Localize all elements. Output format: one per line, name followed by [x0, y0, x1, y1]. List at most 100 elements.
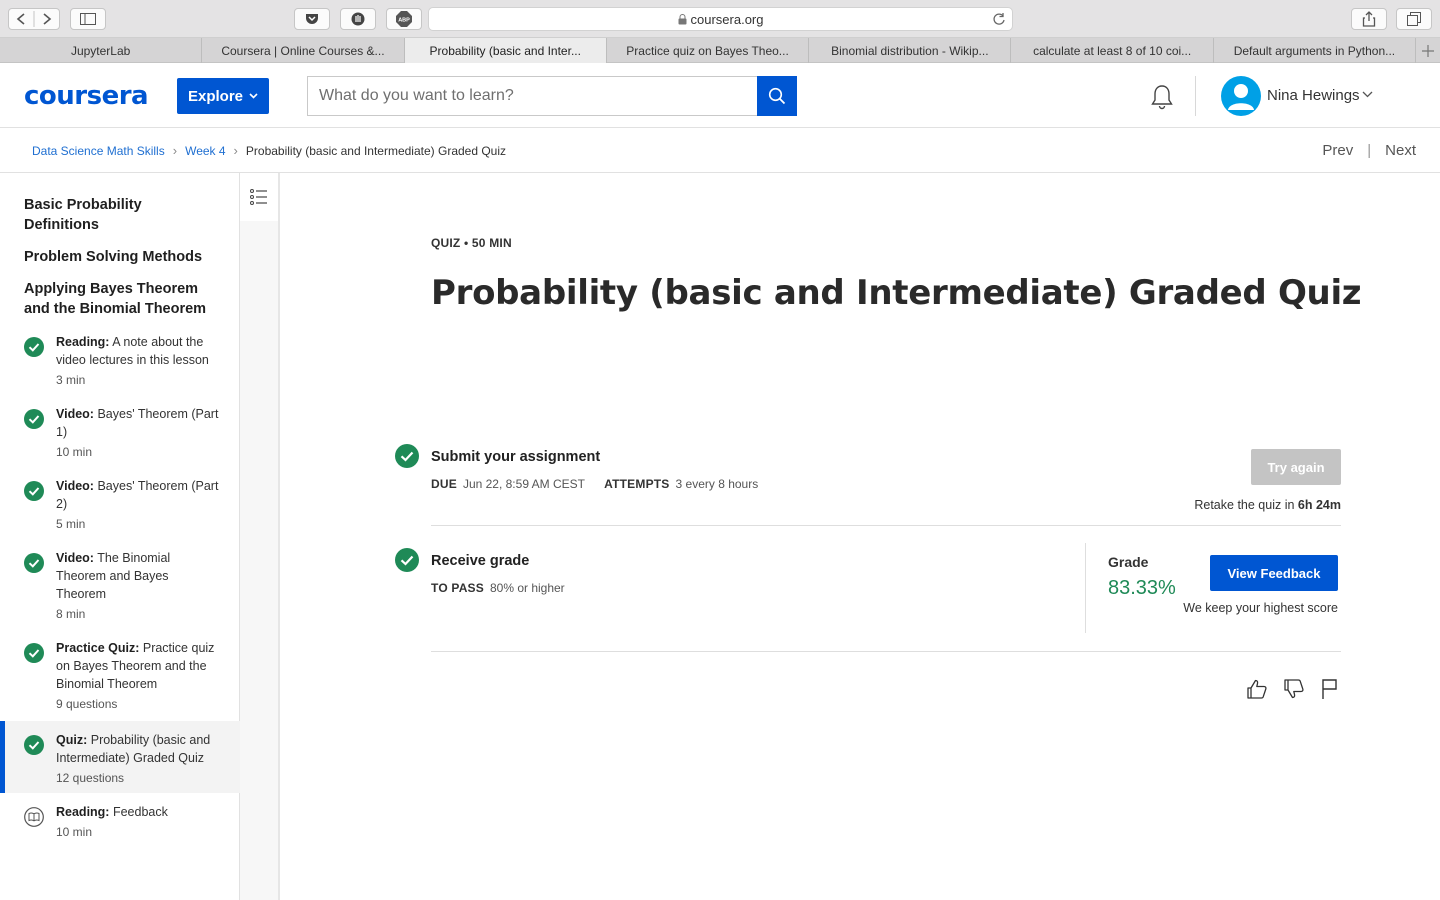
sidebar-item-graded-quiz[interactable]: Quiz: Probability (basic and Intermediat…	[0, 721, 240, 793]
retake-time: 6h 24m	[1297, 498, 1341, 512]
item-meta: 10 min	[56, 445, 93, 459]
share-icon	[1362, 11, 1376, 27]
explore-button[interactable]: Explore	[177, 78, 269, 114]
item-type: Practice Quiz:	[56, 641, 140, 655]
attempts-label: ATTEMPTS	[604, 477, 670, 491]
grade-value: 83.33%	[1108, 577, 1176, 599]
plus-icon	[1422, 44, 1435, 57]
retake-prefix: Retake the quiz in	[1194, 498, 1295, 512]
sidebar-item-text: Quiz: Probability (basic and Intermediat…	[56, 731, 220, 787]
browser-tab[interactable]: Coursera | Online Courses &...	[202, 38, 405, 63]
sidebar-section-problem-solving[interactable]: Problem Solving Methods	[24, 247, 220, 267]
thumbs-up-icon[interactable]	[1246, 678, 1268, 700]
sidebar-item-video-binomial[interactable]: Video: The Binomial Theorem and Bayes Th…	[0, 539, 240, 629]
back-forward-buttons[interactable]	[8, 8, 60, 30]
sidebar-item-text: Video: Bayes' Theorem (Part 1) 10 min	[56, 405, 220, 461]
sidebar-section-basic-probability[interactable]: Basic Probability Definitions	[24, 195, 220, 235]
adblock-icon: ABP	[396, 11, 412, 27]
try-again-button[interactable]: Try again	[1251, 449, 1341, 485]
browser-tab-active[interactable]: Probability (basic and Inter...	[404, 38, 607, 63]
reload-icon[interactable]	[992, 12, 1006, 26]
check-circle-icon	[395, 548, 419, 572]
item-title: Feedback	[112, 805, 168, 819]
check-circle-icon	[24, 735, 44, 755]
search-button[interactable]	[757, 76, 797, 116]
item-meta: 8 min	[56, 607, 86, 621]
chevron-down-icon	[249, 93, 258, 99]
item-type: Reading:	[56, 335, 110, 349]
back-forward-icon[interactable]	[9, 9, 59, 29]
nav-separator: |	[1367, 142, 1372, 159]
avatar[interactable]	[1221, 76, 1261, 116]
browser-tab[interactable]: calculate at least 8 of 10 coi...	[1011, 38, 1214, 63]
due-value: Jun 22, 8:59 AM CEST	[462, 477, 585, 491]
prev-link[interactable]: Prev	[1322, 142, 1353, 159]
sidebar-item-video-bayes-1[interactable]: Video: Bayes' Theorem (Part 1) 10 min	[0, 395, 240, 467]
explore-label: Explore	[187, 87, 244, 105]
item-type: Reading:	[56, 805, 110, 819]
chevron-right-icon: ›	[172, 143, 178, 158]
main-content: QUIZ • 50 MIN Probability (basic and Int…	[282, 173, 1440, 900]
extension-icon	[351, 12, 365, 26]
pocket-button[interactable]	[294, 8, 330, 30]
breadcrumb: Data Science Math Skills › Week 4 › Prob…	[32, 143, 506, 158]
sidebar-item-video-bayes-2[interactable]: Video: Bayes' Theorem (Part 2) 5 min	[0, 467, 240, 539]
adblock-button[interactable]: ABP	[386, 8, 422, 30]
toc-toggle-button[interactable]	[240, 173, 278, 221]
breadcrumb-bar: Data Science Math Skills › Week 4 › Prob…	[0, 128, 1440, 173]
toc-rail	[240, 173, 280, 900]
svg-text:ABP: ABP	[398, 18, 410, 24]
thumbs-down-icon[interactable]	[1283, 678, 1305, 700]
attempts-value: 3 every 8 hours	[675, 477, 759, 491]
course-sidebar: Basic Probability Definitions Problem So…	[0, 173, 240, 900]
share-button[interactable]	[1351, 8, 1387, 30]
check-circle-icon	[395, 444, 419, 468]
check-circle-icon	[24, 481, 44, 501]
grade-divider	[1085, 543, 1086, 633]
notifications-button[interactable]	[1150, 84, 1174, 110]
sidebar-item-reading-feedback[interactable]: Reading: Feedback 10 min	[0, 793, 240, 847]
view-feedback-button[interactable]: View Feedback	[1210, 555, 1338, 591]
sidebar-item-text: Video: Bayes' Theorem (Part 2) 5 min	[56, 477, 220, 533]
sidebar-item-reading-note[interactable]: Reading: A note about the video lectures…	[0, 323, 240, 395]
item-meta: 10 min	[56, 825, 93, 839]
new-tab-button[interactable]	[1416, 38, 1440, 63]
topass-value: 80% or higher	[489, 581, 565, 595]
divider	[431, 525, 1341, 526]
sidebar-item-text: Reading: A note about the video lectures…	[56, 333, 220, 389]
browser-tab[interactable]: JupyterLab	[0, 38, 203, 63]
url-text: coursera.org	[690, 11, 764, 27]
flag-icon[interactable]	[1320, 678, 1340, 700]
browser-tab[interactable]: Default arguments in Python...	[1214, 38, 1417, 63]
next-link[interactable]: Next	[1385, 142, 1416, 159]
sidebar-item-practice-quiz[interactable]: Practice Quiz: Practice quiz on Bayes Th…	[0, 629, 240, 721]
sidebar-item-text: Practice Quiz: Practice quiz on Bayes Th…	[56, 639, 220, 713]
extension-button[interactable]	[340, 8, 376, 30]
pocket-icon	[306, 14, 318, 24]
grade-label: Grade	[1108, 554, 1149, 570]
sidebar-toggle-button[interactable]	[70, 8, 106, 30]
browser-tab[interactable]: Practice quiz on Bayes Theo...	[607, 38, 810, 63]
item-type: Video:	[56, 407, 94, 421]
check-circle-icon	[24, 553, 44, 573]
sidebar-item-text: Video: The Binomial Theorem and Bayes Th…	[56, 549, 220, 623]
chevron-down-icon[interactable]	[1362, 91, 1373, 98]
tabs-overview-button[interactable]	[1396, 8, 1432, 30]
coursera-logo[interactable]: coursera	[24, 81, 149, 111]
browser-toolbar: ABP coursera.org	[0, 0, 1440, 38]
list-icon	[250, 189, 267, 205]
breadcrumb-week[interactable]: Week 4	[185, 144, 225, 158]
bell-icon	[1151, 85, 1173, 110]
url-bar[interactable]: coursera.org	[428, 7, 1013, 31]
topass-label: TO PASS	[431, 581, 484, 595]
book-icon	[24, 807, 44, 827]
search-input[interactable]	[307, 76, 758, 116]
user-name[interactable]: Nina Hewings	[1267, 87, 1360, 104]
browser-tab[interactable]: Binomial distribution - Wikip...	[809, 38, 1012, 63]
item-type: Video:	[56, 551, 94, 565]
chevron-right-icon: ›	[233, 143, 238, 158]
breadcrumb-course[interactable]: Data Science Math Skills	[32, 144, 165, 158]
search-icon	[768, 87, 786, 105]
sidebar-section-bayes-binomial[interactable]: Applying Bayes Theorem and the Binomial …	[24, 279, 220, 319]
check-circle-icon	[24, 643, 44, 663]
